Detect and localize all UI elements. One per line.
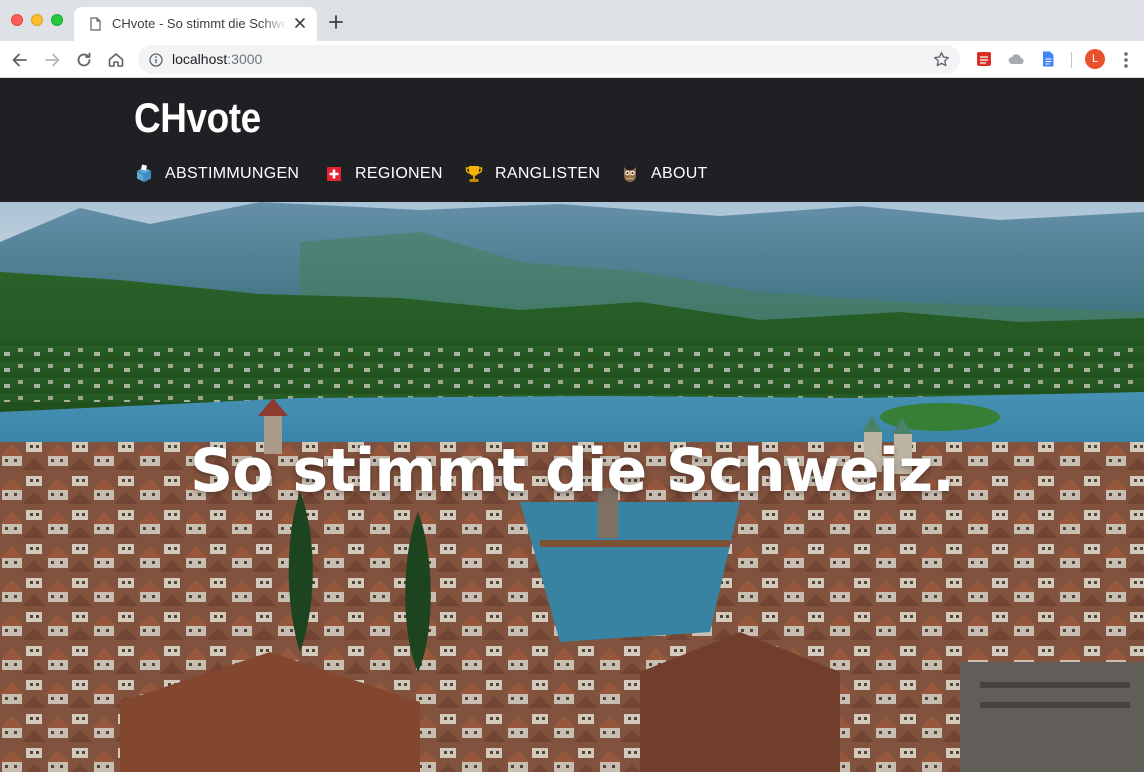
window-close-button[interactable] bbox=[11, 14, 23, 26]
owl-icon bbox=[624, 167, 636, 182]
window-minimize-button[interactable] bbox=[31, 14, 43, 26]
nav-item-ranglisten[interactable]: RANGLISTEN bbox=[464, 162, 600, 186]
url-text: localhost:3000 bbox=[172, 51, 262, 67]
toolbar-separator bbox=[1071, 52, 1072, 68]
home-icon[interactable] bbox=[106, 50, 126, 70]
nav-item-about[interactable]: ABOUT bbox=[620, 162, 708, 186]
menu-icon[interactable] bbox=[1118, 50, 1134, 70]
info-icon[interactable] bbox=[149, 53, 163, 67]
url-port: :3000 bbox=[227, 51, 263, 67]
nav-label-about: ABOUT bbox=[651, 165, 708, 182]
browser-tabstrip: CHvote - So stimmt die Schweiz. bbox=[0, 0, 1144, 41]
star-icon[interactable] bbox=[933, 51, 950, 68]
cloud-icon[interactable] bbox=[1007, 50, 1025, 68]
window-zoom-button[interactable] bbox=[51, 14, 63, 26]
back-icon[interactable] bbox=[10, 50, 30, 70]
nav-label-regionen: REGIONEN bbox=[355, 165, 443, 182]
trophy-icon bbox=[465, 166, 483, 182]
nav-item-abstimmungen[interactable]: ABSTIMMUNGEN bbox=[134, 162, 299, 186]
hero-section: So stimmt die Schweiz. bbox=[0, 202, 1144, 772]
swiss-flag-icon bbox=[327, 167, 341, 181]
nav-label-abstimmungen: ABSTIMMUNGEN bbox=[165, 165, 300, 182]
site-header: CHvote ABSTIMMUNGEN REGIONEN RANGLISTEN … bbox=[0, 78, 1144, 202]
reload-icon[interactable] bbox=[74, 50, 94, 70]
tab-title: CHvote - So stimmt die Schweiz. bbox=[112, 16, 287, 31]
hero-title: So stimmt die Schweiz. bbox=[190, 436, 955, 506]
forward-icon[interactable] bbox=[42, 50, 62, 70]
docs-icon[interactable] bbox=[1039, 50, 1057, 68]
ballot-box-icon bbox=[136, 164, 152, 182]
browser-toolbar: localhost:3000 L bbox=[0, 41, 1144, 78]
document-icon bbox=[90, 17, 101, 31]
profile-avatar[interactable]: L bbox=[1085, 49, 1105, 69]
address-bar[interactable]: localhost:3000 bbox=[138, 45, 960, 74]
new-tab-icon[interactable] bbox=[328, 14, 344, 30]
nav-label-ranglisten: RANGLISTEN bbox=[495, 165, 601, 182]
url-host: localhost bbox=[172, 51, 228, 67]
extension-red-icon[interactable] bbox=[975, 50, 993, 68]
browser-tab-active[interactable]: CHvote - So stimmt die Schweiz. bbox=[74, 7, 317, 41]
site-logo[interactable]: CHvote bbox=[134, 94, 261, 142]
nav-item-regionen[interactable]: REGIONEN bbox=[324, 162, 443, 186]
close-icon[interactable] bbox=[292, 15, 308, 31]
